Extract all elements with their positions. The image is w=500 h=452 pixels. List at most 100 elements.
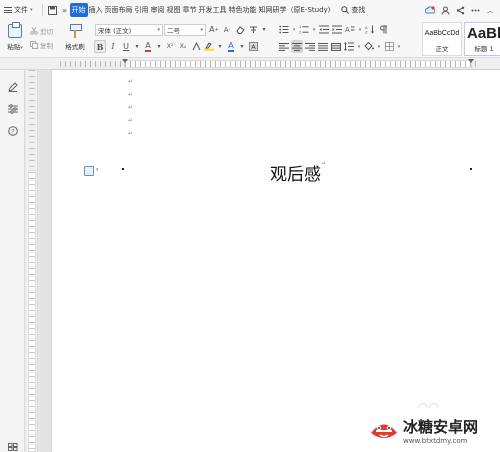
- scissors-icon: [30, 27, 38, 35]
- style-normal[interactable]: AaBbCcDd 正文: [422, 22, 462, 56]
- align-left-icon: [279, 42, 289, 51]
- pen-tool-button[interactable]: [6, 80, 19, 93]
- search-label: 查找: [351, 6, 366, 14]
- paragraph-mark: ↵: [321, 160, 327, 167]
- share-icon[interactable]: [454, 4, 466, 16]
- tab-estudy[interactable]: 知网研学（原E-Study): [258, 3, 332, 17]
- paragraph-mark: ↵: [128, 78, 134, 85]
- bullets-button[interactable]: [278, 23, 290, 36]
- paste-icon: [8, 22, 22, 38]
- chevron-down-icon[interactable]: ▾: [96, 167, 99, 173]
- shading-button[interactable]: [363, 40, 375, 53]
- apps-button[interactable]: [6, 440, 19, 452]
- text-effect-button[interactable]: [190, 40, 202, 53]
- align-center-button[interactable]: [291, 40, 303, 53]
- line-spacing-button[interactable]: [343, 40, 355, 53]
- tab-insert[interactable]: 插入: [88, 3, 104, 17]
- show-marks-button[interactable]: [377, 23, 389, 36]
- font-size-select[interactable]: 二号 ▾: [164, 24, 206, 36]
- chevron-down-icon[interactable]: ▾: [376, 40, 382, 53]
- subscript-button[interactable]: X₂: [177, 40, 189, 53]
- tab-developer[interactable]: 开发工具: [198, 3, 228, 17]
- style-heading-1[interactable]: AaBb 标题 1: [464, 22, 500, 56]
- collapse-ribbon-icon[interactable]: ︿: [484, 4, 496, 16]
- vertical-ruler[interactable]: [26, 70, 38, 452]
- document-title[interactable]: 观后感↵: [270, 160, 326, 185]
- font-color-a-button[interactable]: A: [142, 40, 154, 53]
- align-left-button[interactable]: [278, 40, 290, 53]
- distributed-button[interactable]: [330, 40, 342, 53]
- chevron-down-icon[interactable]: ▾: [356, 40, 362, 53]
- highlight-button[interactable]: [203, 40, 215, 53]
- font-color-a-label: A: [145, 40, 151, 52]
- search-box[interactable]: 查找: [341, 5, 365, 15]
- paragraph-handle-icon[interactable]: [84, 166, 94, 176]
- chevron-down-icon[interactable]: ▾: [311, 23, 317, 36]
- chevron-down-icon[interactable]: ▾: [133, 40, 141, 53]
- document-page[interactable]: ↵ ↵ ↵ ↵ ↵ ▾ 观后感↵ ◠◠: [52, 70, 500, 452]
- format-painter-label: 格式刷: [65, 43, 85, 51]
- horizontal-ruler[interactable]: [0, 58, 500, 70]
- paste-button[interactable]: 粘贴▾: [4, 22, 26, 51]
- tab-page-layout[interactable]: 页面布局: [104, 3, 134, 17]
- help-icon: ?: [7, 125, 18, 136]
- watermark-logo-icon: [368, 415, 400, 445]
- tab-features[interactable]: 特色功能: [228, 3, 258, 17]
- document-area: ↵ ↵ ↵ ↵ ↵ ▾ 观后感↵ ◠◠: [39, 70, 500, 452]
- chinese-layout-button[interactable]: A: [344, 23, 356, 36]
- tab-view[interactable]: 视图: [166, 3, 182, 17]
- collaborate-icon[interactable]: [439, 4, 451, 16]
- chevron-down-icon[interactable]: ▾: [216, 40, 224, 53]
- indent-marker[interactable]: [122, 59, 128, 63]
- file-menu[interactable]: 文件 ▾: [0, 0, 39, 20]
- char-shading-button[interactable]: A: [247, 40, 259, 53]
- style-caption: 正文: [435, 45, 449, 53]
- chevron-down-icon[interactable]: ▾: [155, 40, 163, 53]
- underline-button[interactable]: U: [120, 40, 132, 53]
- svg-text:Z: Z: [365, 30, 368, 34]
- settings-tool-button[interactable]: [6, 102, 19, 115]
- more-icon[interactable]: [469, 4, 481, 16]
- grow-font-button[interactable]: A +: [208, 23, 220, 36]
- align-right-button[interactable]: [304, 40, 316, 53]
- superscript-button[interactable]: X²: [164, 40, 176, 53]
- decrease-indent-button[interactable]: [318, 23, 330, 36]
- format-painter-button[interactable]: 格式刷: [60, 22, 90, 51]
- tab-label: 页面布局: [104, 6, 133, 14]
- help-button[interactable]: ?: [6, 124, 19, 137]
- cut-button[interactable]: 剪切: [30, 24, 60, 38]
- right-indent-marker[interactable]: [468, 59, 474, 63]
- tab-label: 插入: [88, 6, 103, 14]
- sort-button[interactable]: AZ: [364, 23, 376, 36]
- cloud-sync-icon[interactable]: [424, 4, 436, 16]
- clear-format-button[interactable]: [234, 23, 246, 36]
- chevron-down-icon[interactable]: ▾: [291, 23, 297, 36]
- font-color-button[interactable]: A: [225, 40, 237, 53]
- shrink-font-button[interactable]: A-: [221, 23, 233, 36]
- font-name-value: 宋体 (正文): [98, 27, 132, 35]
- justify-icon: [318, 42, 328, 51]
- increase-indent-button[interactable]: [331, 23, 343, 36]
- chevron-down-icon[interactable]: ▾: [260, 23, 268, 36]
- chevron-down-icon[interactable]: ▾: [357, 23, 363, 36]
- tab-home[interactable]: 开始: [69, 3, 88, 17]
- tab-review[interactable]: 审阅: [150, 3, 166, 17]
- copy-button[interactable]: 复制: [30, 38, 60, 52]
- save-icon[interactable]: [46, 2, 60, 18]
- italic-button[interactable]: I: [107, 40, 119, 53]
- paste-label: 粘贴: [7, 43, 21, 51]
- bold-button[interactable]: B: [94, 40, 106, 53]
- phonetic-guide-button[interactable]: [247, 23, 259, 36]
- paragraph-mark: ↵: [128, 91, 134, 98]
- borders-button[interactable]: [383, 40, 395, 53]
- justify-button[interactable]: [317, 40, 329, 53]
- line-spacing-icon: [344, 42, 354, 51]
- more-tabs-button[interactable]: »: [60, 2, 70, 18]
- tab-section[interactable]: 章节: [182, 3, 198, 17]
- font-name-select[interactable]: 宋体 (正文) ▾: [95, 24, 163, 36]
- numbering-button[interactable]: 12: [298, 23, 310, 36]
- chevron-down-icon[interactable]: ▾: [238, 40, 246, 53]
- tab-references[interactable]: 引用: [134, 3, 150, 17]
- chevron-down-icon[interactable]: ▾: [396, 40, 402, 53]
- tab-label: 审阅: [150, 6, 165, 14]
